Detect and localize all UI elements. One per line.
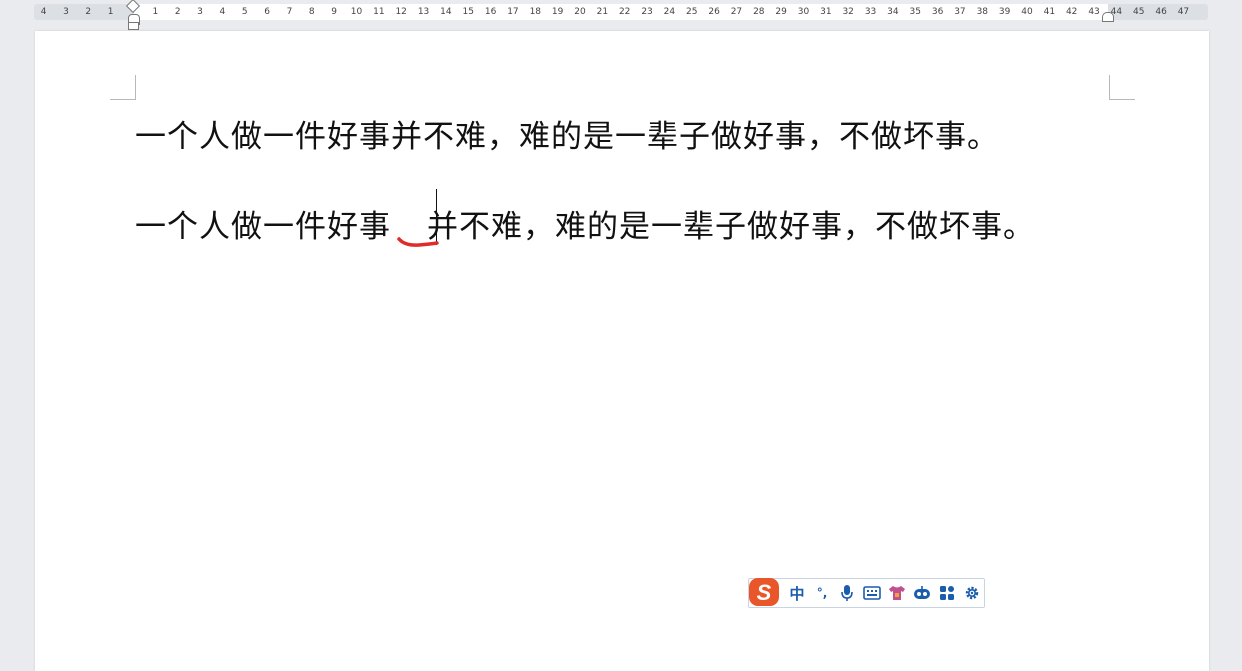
ruler-tick-right: 5: [241, 7, 248, 17]
ime-punctuation-button[interactable]: °,: [812, 583, 832, 603]
settings-gear-icon[interactable]: [962, 583, 982, 603]
ruler-tick-right: 24: [663, 7, 676, 17]
ruler-tick-right: 39: [998, 7, 1011, 17]
ruler-tick-right: 6: [264, 7, 270, 17]
ruler-tick-right: 12: [395, 7, 407, 17]
line2-text-before: 一个人做一件好事: [135, 209, 391, 245]
ruler-tick-right: 7: [286, 7, 293, 17]
ruler-tick-right: 1: [152, 7, 159, 17]
ruler-tick-right: 43: [1088, 7, 1100, 17]
ruler-tick-right: 3: [197, 7, 203, 17]
ruler-tick-left: 2: [85, 7, 92, 17]
ruler-tick-right: 28: [753, 7, 765, 17]
ruler-tick-right: 20: [574, 7, 586, 17]
svg-text:S: S: [757, 580, 772, 605]
microphone-icon[interactable]: [837, 583, 857, 603]
ruler-tick-right: 4: [219, 7, 226, 17]
paragraph-line-1[interactable]: 一个人做一件好事并不难，难的是一辈子做好事，不做坏事。: [135, 111, 999, 156]
skin-shirt-icon[interactable]: [887, 583, 907, 603]
ruler-tick-right: 31: [820, 7, 832, 17]
ruler-tick-right: 13: [417, 7, 430, 17]
ruler-tick-right: 37: [954, 7, 966, 17]
ruler-tick-right: 21: [596, 7, 609, 17]
ruler-tick-right: 16: [484, 7, 497, 17]
sogou-logo-icon[interactable]: S: [747, 576, 781, 608]
ruler-tick-right: 34: [887, 7, 899, 17]
ruler-tick-right: 15: [462, 7, 474, 17]
red-underline-annotation: [397, 237, 439, 247]
ruler-tick-right: 23: [641, 7, 653, 17]
ruler-tick-right: 42: [1065, 7, 1078, 17]
right-indent-marker[interactable]: [1102, 12, 1114, 22]
ruler-tick-right: 32: [842, 7, 854, 17]
ruler-tick-right: 45: [1133, 7, 1145, 17]
ruler-tick-right: 27: [730, 7, 743, 17]
ruler-tick-right: 40: [1021, 7, 1033, 17]
ruler-tick-right: 9: [331, 7, 338, 17]
keyboard-icon[interactable]: [862, 583, 882, 603]
ruler-tick-right: 19: [551, 7, 564, 17]
ruler-tick-left: 3: [63, 7, 69, 17]
ruler-tick-right: 30: [797, 7, 810, 17]
horizontal-ruler[interactable]: 4 3 2 1 1 2 3 4 5 6 7 8 9 10 11 12 13 14 15 16 17 18 19 20 21 22 2…: [34, 4, 1208, 20]
paragraph-line-2[interactable]: 一个人做一件好事 并不难，难的是一辈子做好事，不做坏事。: [135, 201, 1035, 246]
margin-corner-top-left: [110, 75, 136, 100]
ruler-tick-right: 38: [976, 7, 989, 17]
line2-text-after: 并不难，难的是一辈子做好事，不做坏事。: [427, 209, 1035, 245]
apps-grid-icon[interactable]: [937, 583, 957, 603]
ruler-tick-right: 14: [440, 7, 452, 17]
ruler-tick-right: 41: [1043, 7, 1056, 17]
ruler-tick-right: 2: [174, 7, 181, 17]
ruler-tick-left: 4: [40, 7, 47, 17]
document-page[interactable]: 一个人做一件好事并不难，难的是一辈子做好事，不做坏事。 一个人做一件好事 并不难，…: [35, 31, 1209, 671]
ruler-tick-right: 33: [864, 7, 877, 17]
left-indent-marker[interactable]: [128, 22, 139, 30]
ruler-tick-right: 8: [308, 7, 315, 17]
ime-chinese-mode-button[interactable]: 中: [787, 583, 807, 603]
ruler-tick-right: 46: [1155, 7, 1167, 17]
ime-toolbar[interactable]: S 中 °,: [748, 578, 985, 608]
ruler-tick-right: 18: [529, 7, 542, 17]
ruler-tick-left: 1: [107, 7, 114, 17]
ruler-tick-right: 36: [931, 7, 944, 17]
ruler-tick-right: 10: [350, 7, 363, 17]
ruler-tick-right: 25: [686, 7, 698, 17]
ruler-tick-right: 35: [909, 7, 921, 17]
ruler-tick-right: 26: [708, 7, 720, 17]
ruler-tick-right: 47: [1177, 7, 1190, 17]
ruler-tick-right: 11: [373, 7, 385, 17]
ruler-tick-right: 22: [618, 7, 631, 17]
ruler-tick-right: 17: [507, 7, 519, 17]
margin-corner-top-right: [1109, 75, 1135, 100]
ruler-tick-right: 29: [775, 7, 787, 17]
robot-icon[interactable]: [912, 583, 932, 603]
